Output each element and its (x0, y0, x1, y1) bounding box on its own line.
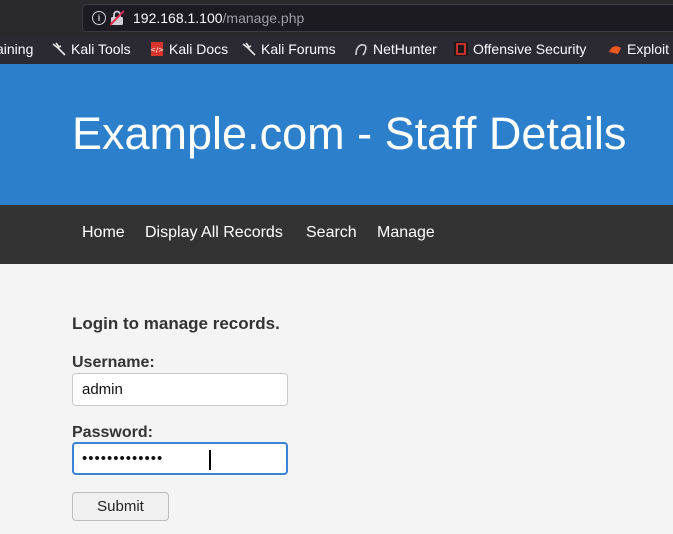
url-host: 192.168.1.100 (133, 10, 223, 26)
bookmark-label: Kali Tools (71, 41, 131, 57)
bookmarks-bar: aining Kali Tools </> Kali Docs Kali For… (0, 36, 673, 64)
nethunter-icon (355, 44, 367, 56)
nav-display-all-records[interactable]: Display All Records (145, 224, 283, 242)
kali-docs-icon: </> (150, 42, 164, 56)
bookmark-label: Kali Docs (169, 41, 229, 57)
username-label: Username: (72, 354, 155, 371)
bookmark-kali-tools[interactable]: Kali Tools (52, 41, 131, 57)
bookmark-nethunter[interactable]: NetHunter (354, 41, 437, 57)
nav-search[interactable]: Search (306, 224, 357, 242)
offsec-icon (454, 42, 468, 56)
browser-toolbar: i 192.168.1.100/manage.php (0, 0, 673, 36)
bookmark-label: Offensive Security (473, 41, 587, 57)
kali-dragon-icon (242, 42, 256, 56)
exploit-db-icon (609, 46, 621, 54)
password-input[interactable] (72, 442, 288, 475)
info-icon[interactable]: i (92, 11, 106, 25)
bookmark-offensive-security[interactable]: Offensive Security (454, 41, 586, 57)
url-path: /manage.php (222, 10, 305, 26)
bookmark-label: Exploit (627, 41, 670, 57)
text-caret (209, 450, 211, 470)
bookmark-kali-docs[interactable]: </> Kali Docs (150, 41, 228, 57)
bookmark-label: NetHunter (373, 41, 437, 57)
bookmark-training[interactable]: aining (0, 41, 33, 57)
kali-dragon-icon (52, 42, 66, 56)
site-header: Example.com - Staff Details (0, 64, 673, 205)
nav-manage[interactable]: Manage (377, 224, 435, 242)
site-title: Example.com - Staff Details (72, 108, 627, 159)
nav-home[interactable]: Home (82, 224, 125, 242)
svg-text:</>: </> (150, 46, 164, 54)
bookmark-exploit-db[interactable]: Exploit (608, 41, 669, 57)
url-bar[interactable]: i 192.168.1.100/manage.php (82, 4, 673, 32)
submit-button[interactable]: Submit (72, 492, 169, 521)
url-text[interactable]: 192.168.1.100/manage.php (133, 10, 304, 26)
password-label: Password: (72, 424, 153, 441)
bookmark-label: aining (0, 41, 34, 57)
username-input[interactable] (72, 373, 288, 406)
site-nav: Home Display All Records Search Manage (0, 205, 673, 264)
insecure-lock-icon[interactable] (110, 10, 124, 26)
bookmark-kali-forums[interactable]: Kali Forums (242, 41, 336, 57)
bookmark-label: Kali Forums (261, 41, 336, 57)
form-heading: Login to manage records. (72, 314, 280, 333)
